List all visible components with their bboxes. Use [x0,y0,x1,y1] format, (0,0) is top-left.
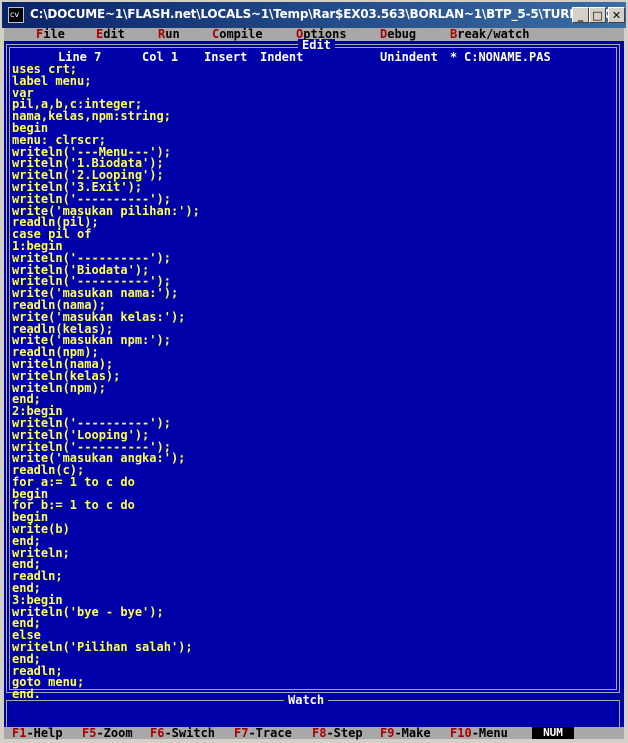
unindent-mode-indicator: Unindent [380,50,438,64]
code-line[interactable]: nama,kelas,npm:string; [12,110,612,123]
code-line[interactable]: begin [12,511,612,524]
console-app-icon-label: cv [10,10,20,19]
menu-run[interactable]: Run [158,28,180,41]
close-icon: ✕ [611,8,622,22]
indent-mode-indicator: Indent [260,50,304,64]
code-line[interactable]: readln; [12,570,612,583]
watch-window-title: Watch [284,694,329,706]
code-line[interactable]: writeln('Pilihan salah'); [12,641,612,654]
cursor-column: Col 1 [142,50,179,64]
code-line[interactable]: for b:= 1 to c do [12,500,612,512]
code-line[interactable]: write('masukan pilihan:'); [12,205,612,218]
edit-window-title: Edit [298,39,335,51]
fkey-step[interactable]: F8-Step [312,727,363,739]
minimize-button[interactable]: _ [572,7,589,23]
fkey-make[interactable]: F9-Make [380,727,431,739]
window-title-bar[interactable]: cv C:\DOCUME~1\FLASH.net\LOCALS~1\Temp\R… [0,0,628,28]
dos-console[interactable]: File Edit Run Compile Options Debug Brea… [4,28,624,739]
editor-status-line: Line 7 Col 1 Insert Indent Unindent * C:… [4,51,624,64]
code-line[interactable]: end; [12,618,612,630]
fkey-zoom[interactable]: F5-Zoom [82,727,133,739]
maximize-button[interactable]: □ [589,7,606,23]
menu-compile[interactable]: Compile [212,28,263,41]
modified-indicator: * [450,50,458,64]
code-line[interactable]: readln; [12,665,612,678]
menu-break-watch[interactable]: Break/watch [450,28,529,41]
menu-file[interactable]: File [36,28,65,41]
window-title: C:\DOCUME~1\FLASH.net\LOCALS~1\Temp\Rar$… [30,7,618,21]
code-line[interactable]: uses crt; [12,63,612,76]
menu-edit[interactable]: Edit [96,28,125,41]
code-line[interactable]: writeln; [12,547,612,560]
code-line[interactable]: writeln(npm); [12,382,612,395]
fkey-switch[interactable]: F6-Switch [150,727,215,739]
fkey-help[interactable]: F1-Help [12,727,63,739]
fkey-menu[interactable]: F10-Menu [450,727,508,739]
console-app-icon[interactable]: cv [8,7,24,23]
function-key-bar: F1-Help F5-Zoom F6-Switch F7-Trace F8-St… [4,727,624,739]
code-line[interactable]: readln(pil); [12,216,612,229]
code-editor[interactable]: uses crt; label menu; var pil,a,b,c:integer… [12,63,612,701]
code-line[interactable]: for a:= 1 to c do [12,476,612,489]
menu-debug[interactable]: Debug [380,28,416,41]
maximize-icon: □ [592,8,603,22]
code-line[interactable]: end; [12,582,612,595]
code-line[interactable]: end; [12,535,612,548]
fkey-trace[interactable]: F7-Trace [234,727,292,739]
close-button[interactable]: ✕ [608,7,625,23]
code-line[interactable]: goto menu; [12,677,612,689]
code-line[interactable]: label menu; [12,75,612,88]
code-line[interactable]: end; [12,393,612,406]
num-lock-indicator: NUM [532,727,574,739]
code-line[interactable]: write('masukan npm:'); [12,334,612,347]
minimize-icon: _ [577,8,584,22]
code-line[interactable]: case pil of [12,228,612,241]
code-line[interactable]: end; [12,559,612,571]
code-line[interactable]: end; [12,653,612,666]
code-line[interactable]: write('masukan angka:'); [12,452,612,465]
insert-mode-indicator: Insert [204,50,248,64]
file-name: C:NONAME.PAS [464,50,551,64]
code-line[interactable]: writeln('bye - bye'); [12,606,612,619]
code-line[interactable]: write(b) [12,523,612,536]
